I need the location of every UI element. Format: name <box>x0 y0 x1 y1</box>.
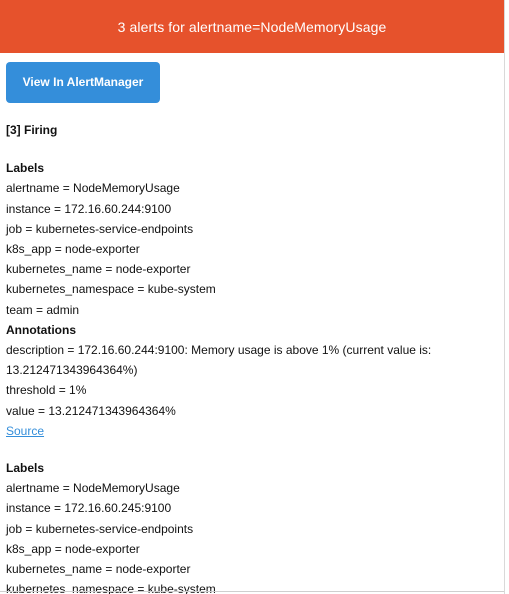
label-line: team = admin <box>6 302 80 317</box>
annotation-line: description = 172.16.60.244:9100: Memory… <box>6 343 432 378</box>
label-line: instance = 172.16.60.245:9100 <box>6 501 172 516</box>
alert-block-1: Labels alertname = NodeMemoryUsage insta… <box>6 158 498 441</box>
annotation-line: value = 13.212471343964364% <box>6 403 176 418</box>
email-view: 3 alerts for alertname=NodeMemoryUsage V… <box>0 0 505 594</box>
view-in-alertmanager-button[interactable]: View In AlertManager <box>6 62 160 103</box>
annotation-line: threshold = 1% <box>6 383 87 398</box>
label-line: k8s_app = node-exporter <box>6 242 140 257</box>
alert-block-2: Labels alertname = NodeMemoryUsage insta… <box>6 458 498 594</box>
annotations-heading: Annotations <box>6 322 76 337</box>
label-line: kubernetes_name = node-exporter <box>6 562 191 577</box>
label-line: kubernetes_name = node-exporter <box>6 262 191 277</box>
labels-heading: Labels <box>6 461 45 476</box>
alert-content: View In AlertManager [3] Firing Labels a… <box>0 53 504 594</box>
label-line: alertname = NodeMemoryUsage <box>6 181 180 196</box>
firing-count: [3] Firing <box>6 123 58 137</box>
label-line: alertname = NodeMemoryUsage <box>6 481 180 496</box>
source-link[interactable]: Source <box>6 424 44 438</box>
label-line: k8s_app = node-exporter <box>6 541 140 556</box>
labels-heading: Labels <box>6 161 45 176</box>
label-line: instance = 172.16.60.244:9100 <box>6 201 172 216</box>
label-line: kubernetes_namespace = kube-system <box>6 282 216 297</box>
page-bottom-divider <box>0 591 504 592</box>
alert-header-title: 3 alerts for alertname=NodeMemoryUsage <box>117 18 387 35</box>
label-line: job = kubernetes-service-endpoints <box>6 521 194 536</box>
alert-header: 3 alerts for alertname=NodeMemoryUsage <box>0 0 504 53</box>
label-line: job = kubernetes-service-endpoints <box>6 221 194 236</box>
